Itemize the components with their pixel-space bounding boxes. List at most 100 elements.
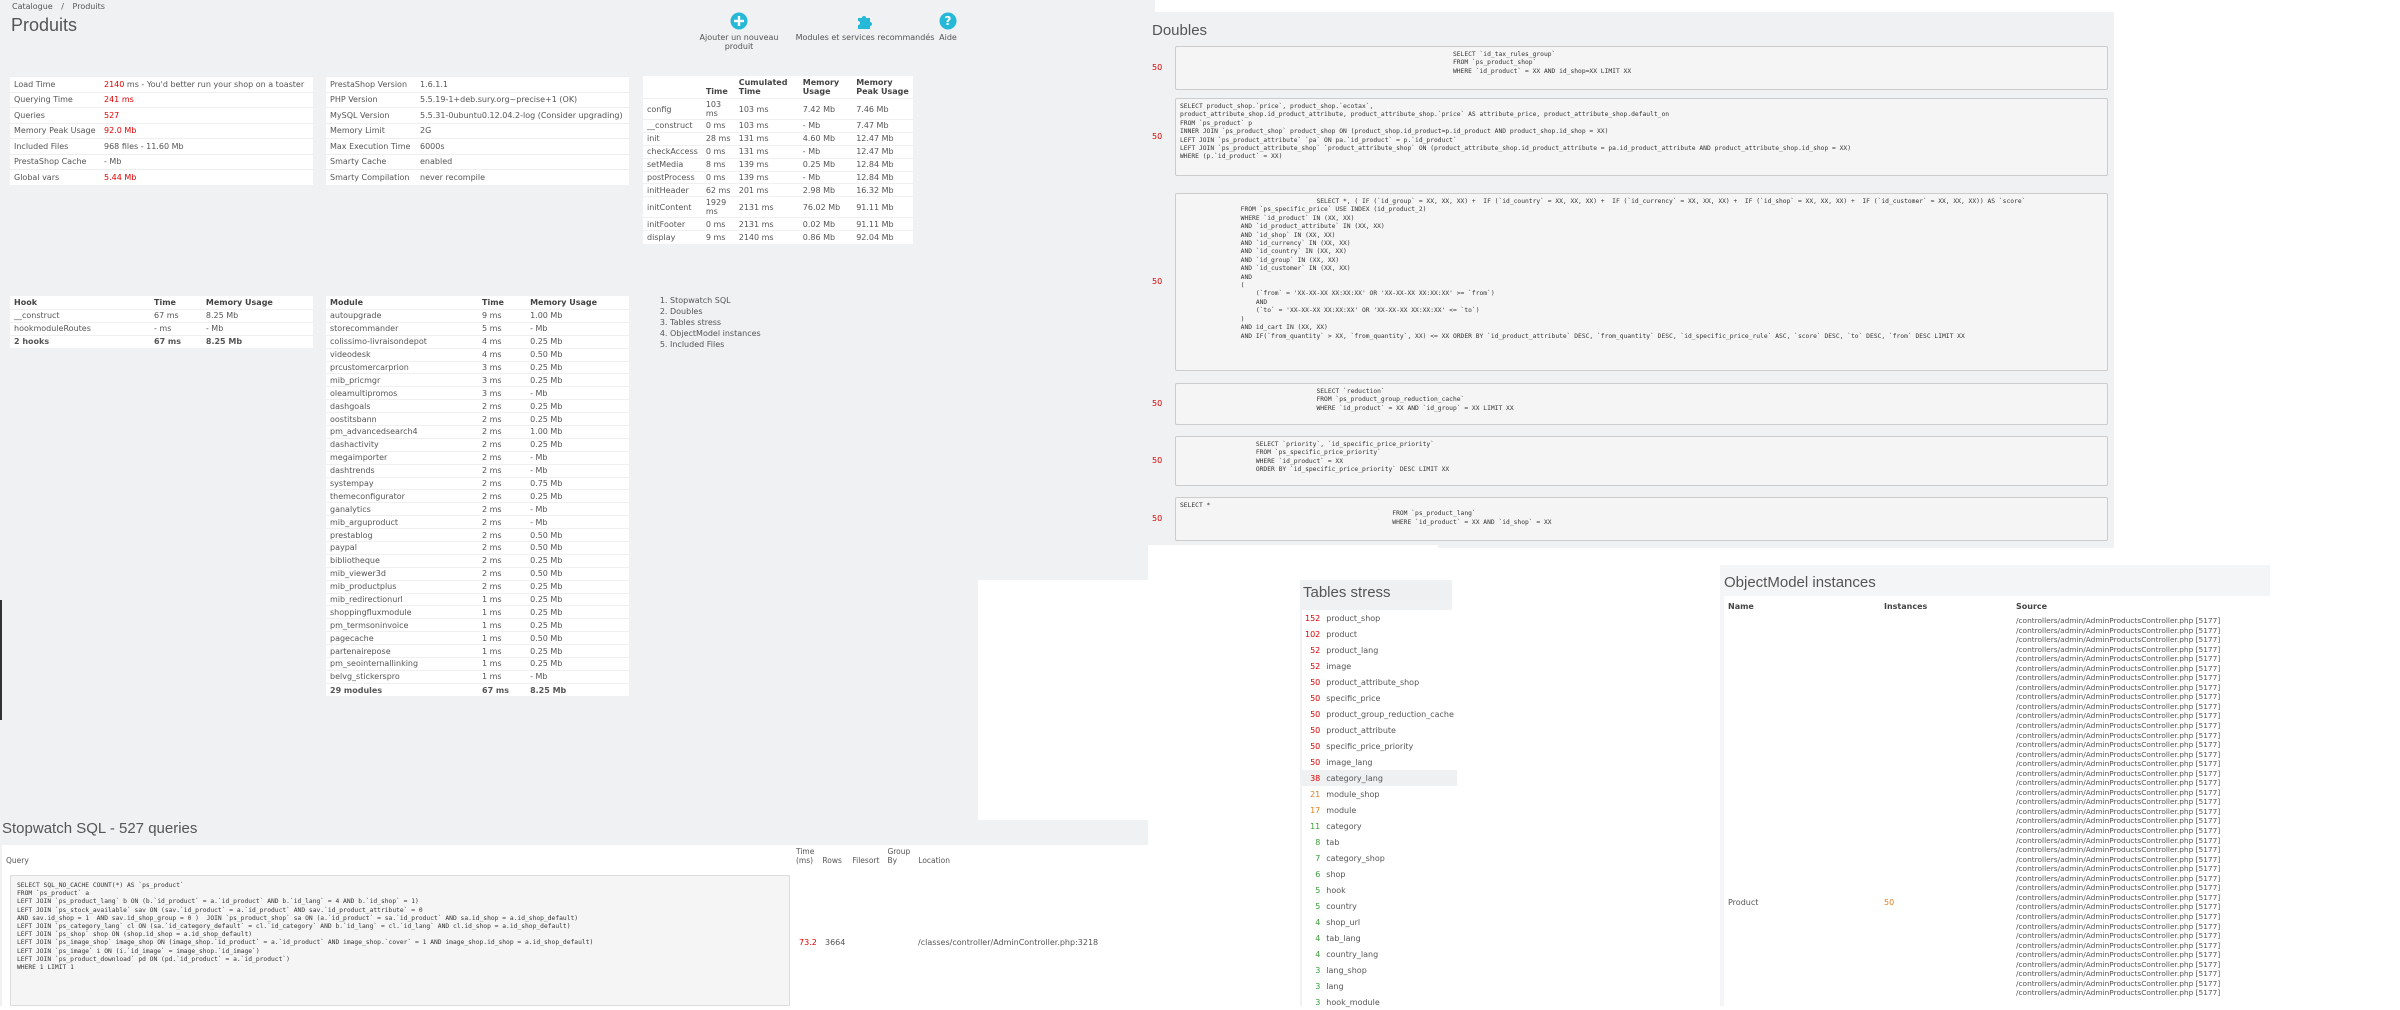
help-button[interactable]: ? Aide [935,12,961,42]
step-value: 28 ms [701,131,735,146]
table-stress-row: 50 specific_price_priority [1302,738,1457,754]
objectmodel-title: ObjectModel instances [1724,574,1876,591]
table-stress-row: 4 tab_lang [1302,930,1457,946]
step-value: 7.47 Mb [852,119,913,133]
stopwatch-header: Rows [822,856,842,865]
module-time: 2 ms [478,476,527,490]
nav-link-4[interactable]: ObjectModel instances [670,328,761,339]
step-value: 76.02 Mb [798,196,853,218]
objectmodel-source-line: /controllers/admin/AdminProductsControll… [2016,654,2221,664]
module-name: autoupgrade [326,309,478,323]
table-stress-row: 50 image_lang [1302,754,1457,770]
module-row: videodesk 4 ms 0.50 Mb [326,347,629,362]
load-stat-label: Querying Time [10,91,100,108]
step-value: 4.60 Mb [798,131,853,146]
step-value: 2131 ms [734,217,799,231]
module-time: 2 ms [478,579,527,594]
load-stat-row: Included Files 968 files - 11.60 Mb [10,138,313,154]
table-stress-row: 102 product [1302,626,1457,642]
config-stat-value: enabled [416,153,629,170]
step-row: display 9 ms 2140 ms 0.86 Mb 92.04 Mb [643,230,913,244]
table-stress-count: 50 [1310,725,1321,735]
step-value: 1929 ms [701,196,735,218]
help-label: Aide [939,33,957,42]
breadcrumb-item-catalogue[interactable]: Catalogue [12,2,53,11]
breadcrumb: Catalogue / Produits [12,2,105,11]
step-value: 103 ms [734,98,799,120]
table-stress-row: 152 product_shop [1302,610,1457,626]
nav-link-3[interactable]: Tables stress [670,317,761,328]
stopwatch-header: Group By [887,847,911,865]
table-stress-row: 5 hook [1302,882,1457,898]
module-row: pm_advancedsearch4 2 ms 1.00 Mb [326,425,629,439]
double-item: 50 SELECT * FROM `ps_product_lang` WHERE … [1152,497,2108,541]
double-count: 50 [1152,514,1163,523]
module-memory: 0.25 Mb [526,592,629,606]
hooks-total: 2 hooks [10,334,150,349]
objectmodel-source-line: /controllers/admin/AdminProductsControll… [2016,883,2221,893]
step-value: 139 ms [734,170,799,184]
module-time: 1 ms [478,618,527,632]
modules-total: 8.25 Mb [526,682,629,697]
step-value: 0.02 Mb [798,217,853,231]
module-name: shoppingfluxmodule [326,605,478,619]
module-name: dashtrends [326,463,478,478]
step-value: 92.04 Mb [852,230,913,244]
table-stress-count: 21 [1310,789,1321,799]
objectmodel-source-line: /controllers/admin/AdminProductsControll… [2016,959,2221,969]
module-row: mib_redirectionurl 1 ms 0.25 Mb [326,592,629,606]
module-name: mib_productplus [326,579,478,594]
module-time: 3 ms [478,360,527,374]
module-name: ganalytics [326,502,478,516]
load-stat-value-cell: 241 ms [100,91,313,108]
table-stress-name: lang_shop [1326,965,1367,975]
step-value: - Mb [798,144,853,159]
table-stress-name: category_shop [1326,853,1385,863]
config-stat-value: 5.5.19-1+deb.sury.org~precise+1 (OK) [416,91,629,108]
breadcrumb-separator: / [61,2,64,11]
module-time: 2 ms [478,515,527,529]
objectmodel-source-line: /controllers/admin/AdminProductsControll… [2016,911,2221,921]
step-value: 7.46 Mb [852,98,913,120]
module-row: mib_arguproduct 2 ms - Mb [326,515,629,529]
table-stress-name: lang [1326,981,1344,991]
objectmodel-source-line: /controllers/admin/AdminProductsControll… [2016,768,2221,778]
objectmodel-source-line: /controllers/admin/AdminProductsControll… [2016,816,2221,826]
add-circle-icon [730,12,748,30]
step-value: 103 ms [734,119,799,133]
table-stress-name: product_group_reduction_cache [1326,709,1454,719]
nav-link-5[interactable]: Included Files [670,339,761,350]
nav-link-2[interactable]: Doubles [670,306,761,317]
steps-header [643,76,702,99]
objectmodel-header-name: Name [1728,602,1754,611]
config-stats-panel: PrestaShop Version 1.6.1.1 PHP Version 5.5.… [326,76,629,185]
config-stat-row: Smarty Compilation never recompile [326,169,629,185]
add-product-button[interactable]: Ajouter un nouveau produit [684,12,794,51]
module-memory: 0.25 Mb [526,399,629,413]
module-row: dashactivity 2 ms 0.25 Mb [326,437,629,452]
module-row: mib_viewer3d 2 ms 0.50 Mb [326,566,629,581]
table-stress-count: 5 [1315,885,1321,895]
module-name: mib_viewer3d [326,566,478,581]
table-stress-row: 8 tab [1302,834,1457,850]
module-name: paypal [326,541,478,555]
table-stress-count: 152 [1305,613,1321,623]
step-value: 16.32 Mb [852,183,913,197]
step-name: initHeader [643,183,702,197]
objectmodel-source-line: /controllers/admin/AdminProductsControll… [2016,701,2221,711]
load-stat-value: 2140 [104,79,125,89]
module-row: pm_termsoninvoice 1 ms 0.25 Mb [326,618,629,632]
table-stress-count: 11 [1310,821,1321,831]
stopwatch-time: 73.2 [799,938,817,947]
nav-link-label: Tables stress [670,318,722,327]
recommended-modules-button[interactable]: Modules et services recommandés [795,12,935,42]
stopwatch-header: Location [918,856,951,865]
module-name: oostitsbann [326,412,478,426]
nav-link-1[interactable]: Stopwatch SQL [670,295,761,306]
table-stress-count: 38 [1310,773,1321,783]
step-value: 2140 ms [734,230,799,244]
step-name: checkAccess [643,144,702,159]
table-stress-row: 52 image [1302,658,1457,674]
load-stat-value: 5.44 Mb [104,173,137,182]
double-item: 50 SELECT `id_tax_rules_group` FROM `ps_… [1152,46,2108,90]
